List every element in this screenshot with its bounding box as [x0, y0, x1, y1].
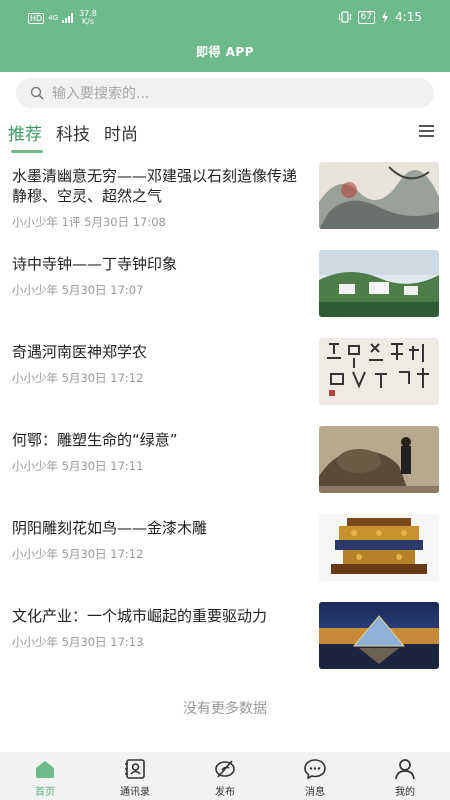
publish-icon — [215, 760, 235, 778]
nav-profile[interactable]: 我的 — [360, 752, 450, 800]
profile-icon — [395, 759, 415, 780]
charging-icon — [382, 11, 389, 23]
status-bar: HD 4G 37.8 K/s 67 4:15 — [0, 0, 450, 34]
nav-publish-label: 发布 — [215, 787, 235, 798]
search-placeholder[interactable]: 输入要搜索的... — [52, 83, 149, 103]
tab-fashion[interactable]: 时尚 — [104, 120, 138, 150]
nav-messages[interactable]: 消息 — [270, 752, 360, 800]
home-icon — [36, 761, 54, 778]
list-item[interactable]: 诗中寺钟——丁寺钟印象小小少年 5月30日 17:07 — [0, 248, 450, 336]
bottom-nav: 首页 通讯录 发布 消息 我的 — [0, 752, 450, 800]
category-tabs: 推荐 科技 时尚 — [8, 120, 138, 150]
article-meta: 小小少年 5月30日 17:12 — [12, 371, 144, 385]
article-title: 阴阳雕刻花如鸟——金漆木雕 — [12, 519, 208, 537]
vibrate-icon — [338, 11, 351, 23]
nav-home[interactable]: 首页 — [0, 752, 90, 800]
menu-icon[interactable] — [419, 125, 434, 137]
article-thumbnail — [319, 514, 439, 581]
nav-contacts-label: 通讯录 — [120, 787, 150, 798]
clock: 4:15 — [395, 10, 422, 24]
network-type: 4G — [48, 13, 59, 22]
nav-messages-label: 消息 — [305, 787, 325, 798]
list-item[interactable]: 阴阳雕刻花如鸟——金漆木雕小小少年 5月30日 17:12 — [0, 512, 450, 600]
contacts-icon — [125, 759, 145, 779]
article-thumbnail — [319, 250, 439, 317]
list-item[interactable]: 文化产业：一个城市崛起的重要驱动力小小少年 5月30日 17:13 — [0, 600, 450, 688]
nav-publish[interactable]: 发布 — [180, 752, 270, 800]
article-title: 文化产业：一个城市崛起的重要驱动力 — [12, 607, 268, 625]
article-title: 奇遇河南医神郑学农 — [12, 343, 148, 361]
article-title: 诗中寺钟——丁寺钟印象 — [12, 255, 178, 273]
search-bar[interactable]: 输入要搜索的... — [16, 78, 434, 108]
list-item[interactable]: 水墨清幽意无穷——邓建强以石刻造像传递静穆、空灵、超然之气小小少年 1评 5月3… — [0, 160, 450, 248]
tab-tech[interactable]: 科技 — [56, 120, 90, 150]
article-thumbnail — [319, 602, 439, 669]
list-item[interactable]: 何鄂：雕塑生命的“绿意” 小小少年 5月30日 17:11 — [0, 424, 450, 512]
hd-indicator: HD — [28, 12, 45, 24]
search-icon — [30, 86, 44, 100]
signal-icon — [62, 13, 74, 23]
active-tab-indicator — [11, 150, 43, 153]
article-meta: 小小少年 5月30日 17:07 — [12, 283, 144, 297]
article-thumbnail — [319, 162, 439, 229]
message-icon — [304, 759, 326, 780]
network-speed: 37.8 K/s — [79, 10, 97, 26]
article-meta: 小小少年 5月30日 17:11 — [12, 459, 144, 473]
app-header: HD 4G 37.8 K/s 67 4:15 即得 APP — [0, 0, 450, 72]
article-title: 何鄂：雕塑生命的“绿意” — [12, 431, 178, 449]
article-meta: 小小少年 1评 5月30日 17:08 — [12, 215, 166, 229]
article-thumbnail — [319, 338, 439, 405]
tab-recommend[interactable]: 推荐 — [8, 120, 42, 150]
nav-home-label: 首页 — [35, 787, 55, 798]
no-more-data: 没有更多数据 — [183, 701, 267, 717]
app-title: 即得 APP — [195, 45, 255, 59]
nav-contacts[interactable]: 通讯录 — [90, 752, 180, 800]
article-list: 水墨清幽意无穷——邓建强以石刻造像传递静穆、空灵、超然之气小小少年 1评 5月3… — [0, 160, 450, 688]
nav-profile-label: 我的 — [395, 787, 415, 798]
list-item[interactable]: 奇遇河南医神郑学农小小少年 5月30日 17:12 — [0, 336, 450, 424]
speed-unit: K/s — [81, 17, 95, 26]
battery-icon: 67 — [357, 10, 376, 24]
article-meta: 小小少年 5月30日 17:12 — [12, 547, 144, 561]
article-title: 水墨清幽意无穷——邓建强以石刻造像传递静穆、空灵、超然之气 — [12, 167, 298, 205]
article-meta: 小小少年 5月30日 17:13 — [12, 635, 144, 649]
article-thumbnail — [319, 426, 439, 493]
